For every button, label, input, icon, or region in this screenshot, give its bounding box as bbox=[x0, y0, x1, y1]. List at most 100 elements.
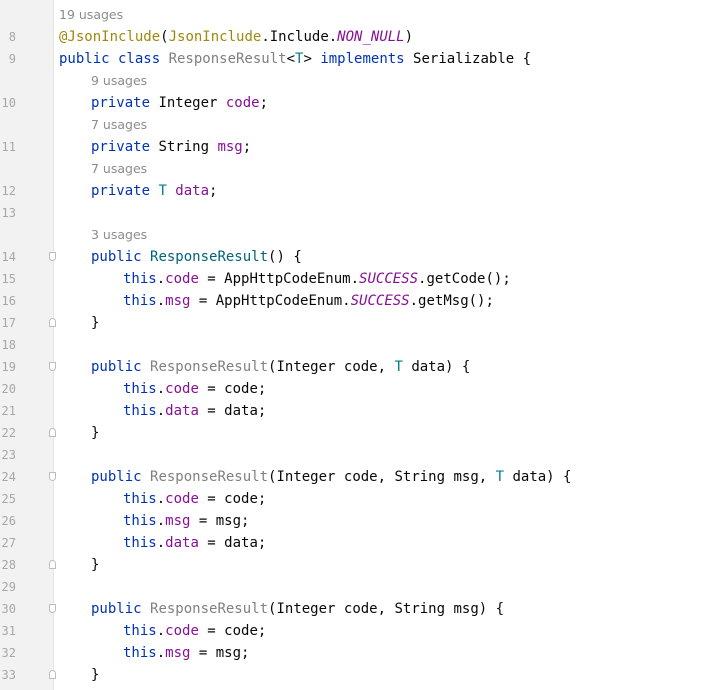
code-token: public bbox=[91, 601, 151, 617]
fold-start-icon[interactable] bbox=[49, 604, 56, 613]
code-line: 12 private T data; bbox=[0, 180, 705, 202]
code-token: } bbox=[91, 425, 100, 441]
line-number[interactable]: 21 bbox=[0, 400, 16, 422]
line-number[interactable]: 17 bbox=[0, 312, 16, 334]
code-line: 23 bbox=[0, 444, 705, 466]
code-text[interactable]: } bbox=[91, 422, 99, 444]
usages-hint[interactable]: 3 usages bbox=[91, 224, 147, 246]
code-token: T bbox=[495, 469, 513, 485]
code-line: 22} bbox=[0, 422, 705, 444]
line-number[interactable]: 32 bbox=[0, 642, 16, 664]
code-token: this bbox=[123, 645, 157, 661]
code-token: = msg; bbox=[190, 513, 250, 529]
code-token: } bbox=[91, 667, 100, 683]
code-line: 19 public ResponseResult(Integer code, T … bbox=[0, 356, 705, 378]
usages-hint[interactable]: 19 usages bbox=[59, 4, 123, 26]
fold-end-icon[interactable] bbox=[49, 428, 56, 437]
line-number[interactable]: 29 bbox=[0, 576, 16, 598]
code-text[interactable]: this.code = code; bbox=[123, 488, 266, 510]
line-number[interactable]: 16 bbox=[0, 290, 16, 312]
line-number[interactable]: 28 bbox=[0, 554, 16, 576]
line-number[interactable]: 12 bbox=[0, 180, 16, 202]
line-number[interactable]: 11 bbox=[0, 136, 16, 158]
fold-start-icon[interactable] bbox=[49, 252, 56, 261]
line-number[interactable]: 33 bbox=[0, 664, 16, 686]
code-text[interactable]: this.msg = msg; bbox=[123, 510, 249, 532]
usages-hint[interactable]: 7 usages bbox=[91, 114, 147, 136]
code-token: ResponseResult bbox=[168, 51, 287, 67]
code-text[interactable]: public class ResponseResult<T> implement… bbox=[59, 48, 531, 70]
code-token: public bbox=[91, 469, 151, 485]
line-number[interactable]: 10 bbox=[0, 92, 16, 114]
line-number[interactable]: 19 bbox=[0, 356, 16, 378]
fold-end-icon[interactable] bbox=[49, 560, 56, 569]
line-number[interactable]: 9 bbox=[0, 48, 16, 70]
code-text[interactable]: public ResponseResult(Integer code, Stri… bbox=[91, 466, 571, 488]
code-token: = AppHttpCodeEnum. bbox=[190, 293, 351, 309]
line-number[interactable]: 23 bbox=[0, 444, 16, 466]
code-token: . bbox=[156, 645, 166, 661]
line-number[interactable]: 15 bbox=[0, 268, 16, 290]
code-token: msg bbox=[165, 293, 191, 309]
line-number[interactable]: 14 bbox=[0, 246, 16, 268]
code-line: 9 public class ResponseResult<T> implemen… bbox=[0, 48, 705, 70]
code-token: () { bbox=[268, 249, 302, 265]
code-text[interactable]: } bbox=[91, 554, 99, 576]
code-token: this bbox=[123, 271, 157, 287]
code-text[interactable]: } bbox=[91, 312, 99, 334]
code-line: 32 this.msg = msg; bbox=[0, 642, 705, 664]
code-token: JsonInclude bbox=[168, 29, 262, 45]
code-text[interactable]: private String msg; bbox=[91, 136, 251, 158]
code-token: this bbox=[123, 293, 157, 309]
code-text[interactable]: public ResponseResult() { bbox=[91, 246, 302, 268]
code-token: .Include. bbox=[261, 29, 338, 45]
code-text[interactable]: this.data = data; bbox=[123, 532, 266, 554]
code-editor[interactable]: 19 usages 8 @JsonInclude(JsonInclude.Inclu… bbox=[0, 0, 705, 690]
code-text[interactable]: this.msg = msg; bbox=[123, 642, 249, 664]
fold-end-icon[interactable] bbox=[49, 318, 56, 327]
fold-start-icon[interactable] bbox=[49, 362, 56, 371]
line-number[interactable]: 25 bbox=[0, 488, 16, 510]
code-token: Serializable { bbox=[413, 51, 532, 67]
code-text[interactable]: this.code = code; bbox=[123, 378, 266, 400]
code-token: this bbox=[123, 491, 157, 507]
code-text[interactable]: private T data; bbox=[91, 180, 217, 202]
line-number[interactable]: 13 bbox=[0, 202, 16, 224]
code-text[interactable]: private Integer code; bbox=[91, 92, 268, 114]
code-text[interactable]: this.data = data; bbox=[123, 400, 266, 422]
line-number[interactable]: 27 bbox=[0, 532, 16, 554]
code-token: ResponseResult bbox=[150, 249, 269, 265]
line-number[interactable]: 20 bbox=[0, 378, 16, 400]
line-number[interactable]: 30 bbox=[0, 598, 16, 620]
line-number[interactable]: 8 bbox=[0, 26, 16, 48]
code-token: public class bbox=[59, 51, 169, 67]
fold-start-icon[interactable] bbox=[49, 472, 56, 481]
code-token: = code; bbox=[198, 623, 267, 639]
usages-hint[interactable]: 7 usages bbox=[91, 158, 147, 180]
line-number[interactable]: 18 bbox=[0, 334, 16, 356]
line-number[interactable]: 22 bbox=[0, 422, 16, 444]
code-token: SUCCESS bbox=[359, 271, 419, 287]
code-token: (Integer code, bbox=[268, 359, 395, 375]
code-token: private bbox=[91, 183, 159, 199]
fold-end-icon[interactable] bbox=[49, 670, 56, 679]
code-text[interactable]: this.code = AppHttpCodeEnum.SUCCESS.getC… bbox=[123, 268, 511, 290]
code-token: = msg; bbox=[190, 645, 250, 661]
code-text[interactable]: this.code = code; bbox=[123, 620, 266, 642]
code-text[interactable]: public ResponseResult(Integer code, T da… bbox=[91, 356, 470, 378]
code-token: .getMsg(); bbox=[409, 293, 494, 309]
code-token: = code; bbox=[198, 491, 267, 507]
code-line: 15 this.code = AppHttpCodeEnum.SUCCESS.ge… bbox=[0, 268, 705, 290]
code-text[interactable]: public ResponseResult(Integer code, Stri… bbox=[91, 598, 504, 620]
line-number[interactable]: 26 bbox=[0, 510, 16, 532]
code-token: private bbox=[91, 139, 159, 155]
usages-hint[interactable]: 9 usages bbox=[91, 70, 147, 92]
code-text[interactable]: } bbox=[91, 664, 99, 686]
code-line: 33} bbox=[0, 664, 705, 686]
line-number[interactable]: 31 bbox=[0, 620, 16, 642]
code-text[interactable]: this.msg = AppHttpCodeEnum.SUCCESS.getMs… bbox=[123, 290, 494, 312]
code-token: } bbox=[91, 315, 100, 331]
line-number[interactable]: 24 bbox=[0, 466, 16, 488]
code-line: 17} bbox=[0, 312, 705, 334]
code-text[interactable]: @JsonInclude(JsonInclude.Include.NON_NUL… bbox=[59, 26, 413, 48]
